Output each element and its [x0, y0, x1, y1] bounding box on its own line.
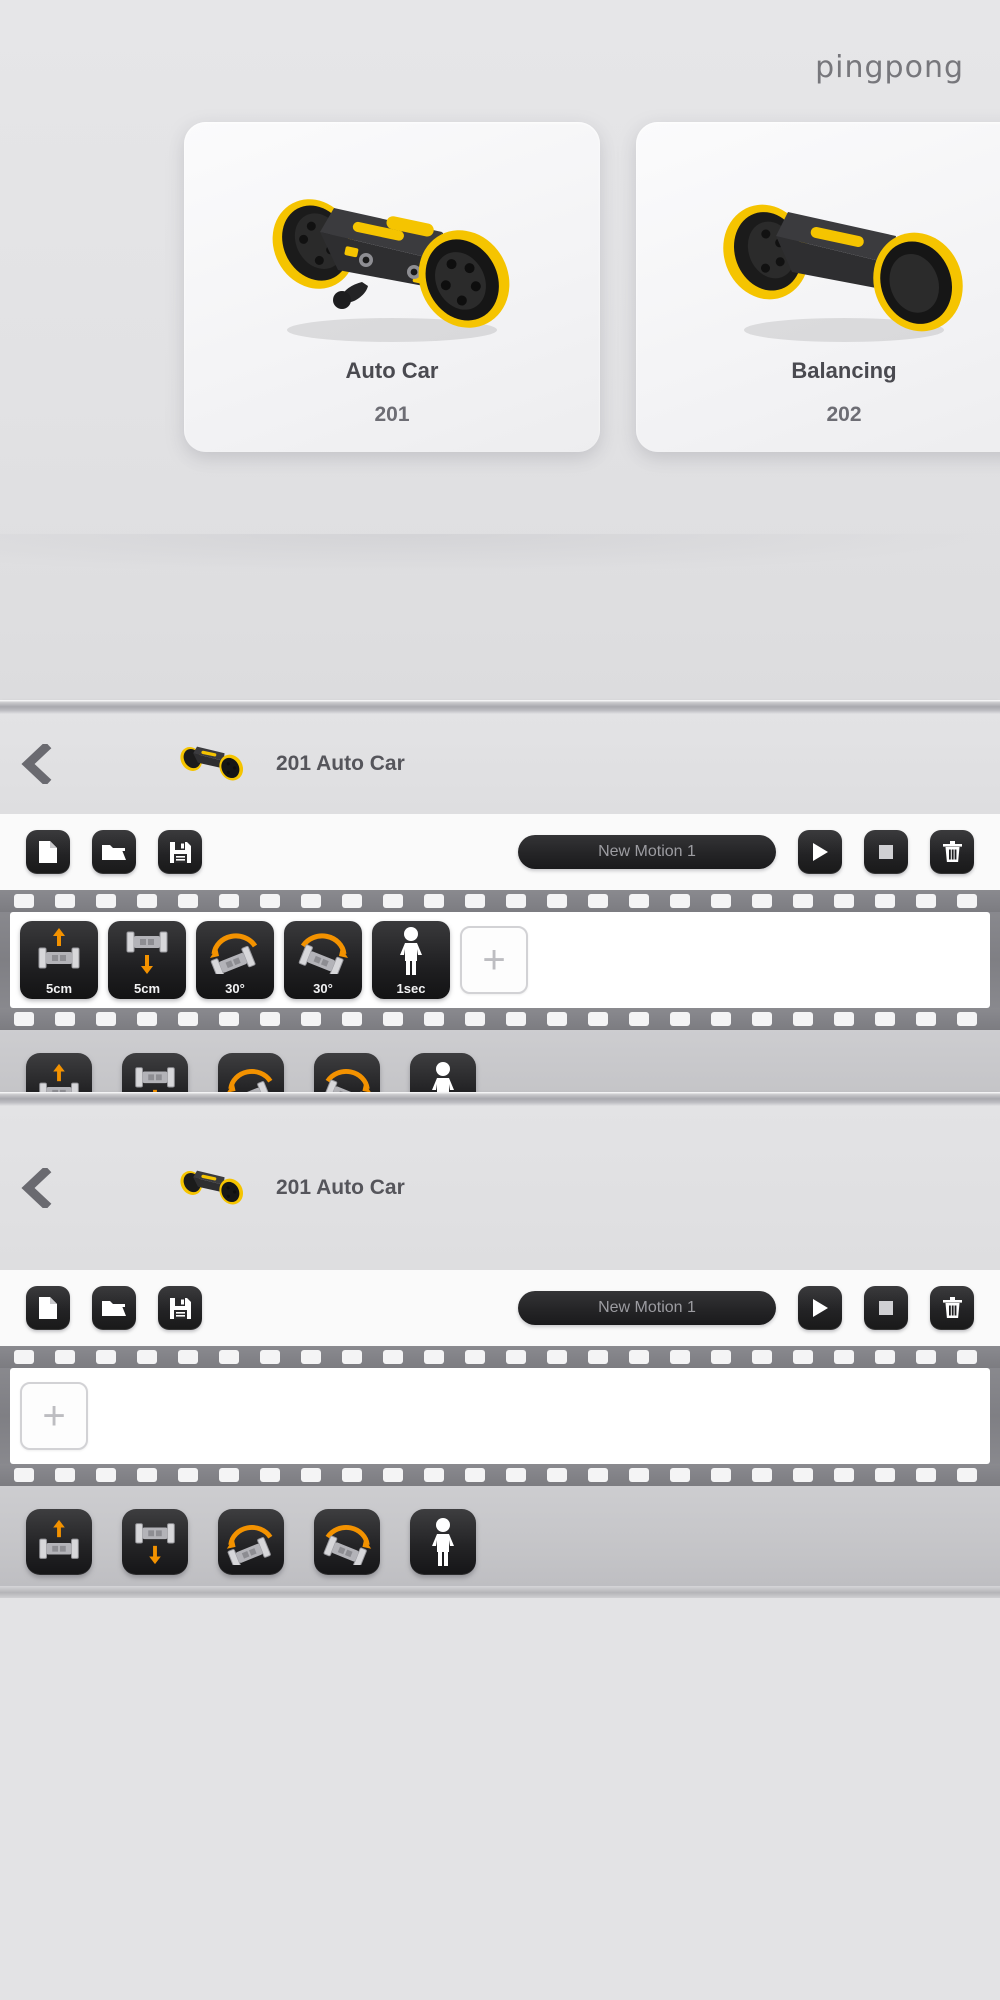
motion-name-input[interactable]: New Motion 1: [518, 1291, 776, 1325]
new-file-button[interactable]: [26, 1286, 70, 1330]
move-backward-icon: [108, 925, 186, 977]
app-root: pingpong Auto Car 201 Balancing 202 201 …: [0, 0, 1000, 2000]
turn-left-icon: [196, 925, 274, 977]
timeline-frame[interactable]: 5cm: [108, 921, 186, 999]
frame-label: 5cm: [133, 981, 161, 996]
play-icon: [813, 843, 828, 861]
trash-icon: [942, 841, 962, 862]
new-file-icon: [39, 841, 57, 863]
back-button[interactable]: [8, 1160, 64, 1216]
wait-person-icon: [372, 925, 450, 977]
turn-right-icon: [323, 1525, 372, 1565]
editor-toolbar: New Motion 1: [0, 814, 1000, 890]
play-button[interactable]: [798, 830, 842, 874]
model-card[interactable]: Balancing 202: [636, 122, 1000, 452]
palette-rail: [0, 1586, 1000, 1598]
palette-move-backward-button[interactable]: [122, 1509, 188, 1575]
play-button[interactable]: [798, 1286, 842, 1330]
rail-shadow: [0, 534, 1000, 574]
save-disk-icon: [169, 1297, 191, 1319]
action-palette: [0, 1486, 1000, 1598]
editor-toolbar: New Motion 1: [0, 1270, 1000, 1346]
turn-left-icon: [226, 1525, 273, 1565]
move-forward-icon: [20, 925, 98, 977]
stop-button[interactable]: [864, 830, 908, 874]
timeline-filmstrip: 5cm 5cm 30° 30° 1sec +: [0, 890, 1000, 1030]
frame-label: 1sec: [396, 981, 426, 996]
frame-label: 5cm: [45, 981, 73, 996]
frame-label: 30°: [313, 981, 333, 996]
film-perforations-top: [0, 1346, 1000, 1368]
turn-right-icon: [284, 925, 362, 977]
robot-thumbnail-icon: [174, 1160, 254, 1216]
model-card-number: 202: [826, 403, 862, 426]
model-chooser-section: pingpong Auto Car 201 Balancing 202: [0, 0, 1000, 710]
timeline-track[interactable]: 5cm 5cm 30° 30° 1sec +: [10, 912, 990, 1008]
editor-header: 201 Auto Car: [0, 714, 1000, 814]
palette-wait-button[interactable]: [410, 1509, 476, 1575]
add-frame-button[interactable]: +: [460, 926, 528, 994]
robot-auto-car-icon: [242, 178, 542, 348]
film-perforations-top: [0, 890, 1000, 912]
timeline-track[interactable]: +: [10, 1368, 990, 1464]
film-perforations-bottom: [0, 1464, 1000, 1486]
model-card-name: Balancing: [791, 358, 897, 383]
frame-label: 30°: [225, 981, 245, 996]
timeline-frame[interactable]: 1sec: [372, 921, 450, 999]
robot-balancing-icon: [694, 178, 994, 348]
motion-name-input[interactable]: New Motion 1: [518, 835, 776, 869]
trash-icon: [942, 1297, 962, 1318]
stop-icon: [879, 845, 893, 859]
palette-move-forward-button[interactable]: [26, 1509, 92, 1575]
timeline-frame[interactable]: 30°: [284, 921, 362, 999]
delete-button[interactable]: [930, 830, 974, 874]
model-card-name: Auto Car: [345, 358, 439, 383]
model-card-rail[interactable]: Auto Car 201 Balancing 202: [0, 122, 1000, 462]
play-icon: [813, 1299, 828, 1317]
section-divider: [0, 1092, 1000, 1106]
timeline-filmstrip: +: [0, 1346, 1000, 1486]
open-folder-icon: [102, 845, 126, 860]
section-divider: [0, 700, 1000, 714]
motion-editor-panel: 201 Auto Car New Motion 1 5cm 5cm 30° 30…: [0, 714, 1000, 1142]
back-button[interactable]: [8, 736, 64, 792]
open-folder-icon: [102, 1301, 126, 1316]
wait-person-icon: [432, 1518, 454, 1566]
open-folder-button[interactable]: [92, 1286, 136, 1330]
model-card[interactable]: Auto Car 201: [184, 122, 600, 452]
open-folder-button[interactable]: [92, 830, 136, 874]
chevron-left-icon: [21, 1168, 52, 1208]
move-backward-icon: [135, 1523, 175, 1565]
editor-title: 201 Auto Car: [276, 752, 405, 775]
save-disk-icon: [169, 841, 191, 863]
robot-thumbnail-icon: [174, 736, 254, 792]
palette-turn-left-button[interactable]: [218, 1509, 284, 1575]
delete-button[interactable]: [930, 1286, 974, 1330]
editor-title: 201 Auto Car: [276, 1176, 405, 1199]
new-file-icon: [39, 1297, 57, 1319]
add-frame-button[interactable]: +: [20, 1382, 88, 1450]
timeline-frame[interactable]: 30°: [196, 921, 274, 999]
move-forward-icon: [39, 1519, 79, 1559]
new-file-button[interactable]: [26, 830, 70, 874]
stop-icon: [879, 1301, 893, 1315]
motion-editor-panel: 201 Auto Car New Motion 1 +: [0, 1106, 1000, 1598]
chevron-left-icon: [21, 744, 52, 784]
film-perforations-bottom: [0, 1008, 1000, 1030]
save-button[interactable]: [158, 1286, 202, 1330]
editor-header: 201 Auto Car: [0, 1106, 1000, 1270]
timeline-frame[interactable]: 5cm: [20, 921, 98, 999]
pingpong-logo: pingpong: [815, 50, 964, 85]
palette-turn-right-button[interactable]: [314, 1509, 380, 1575]
model-card-number: 201: [374, 403, 410, 426]
stop-button[interactable]: [864, 1286, 908, 1330]
save-button[interactable]: [158, 830, 202, 874]
